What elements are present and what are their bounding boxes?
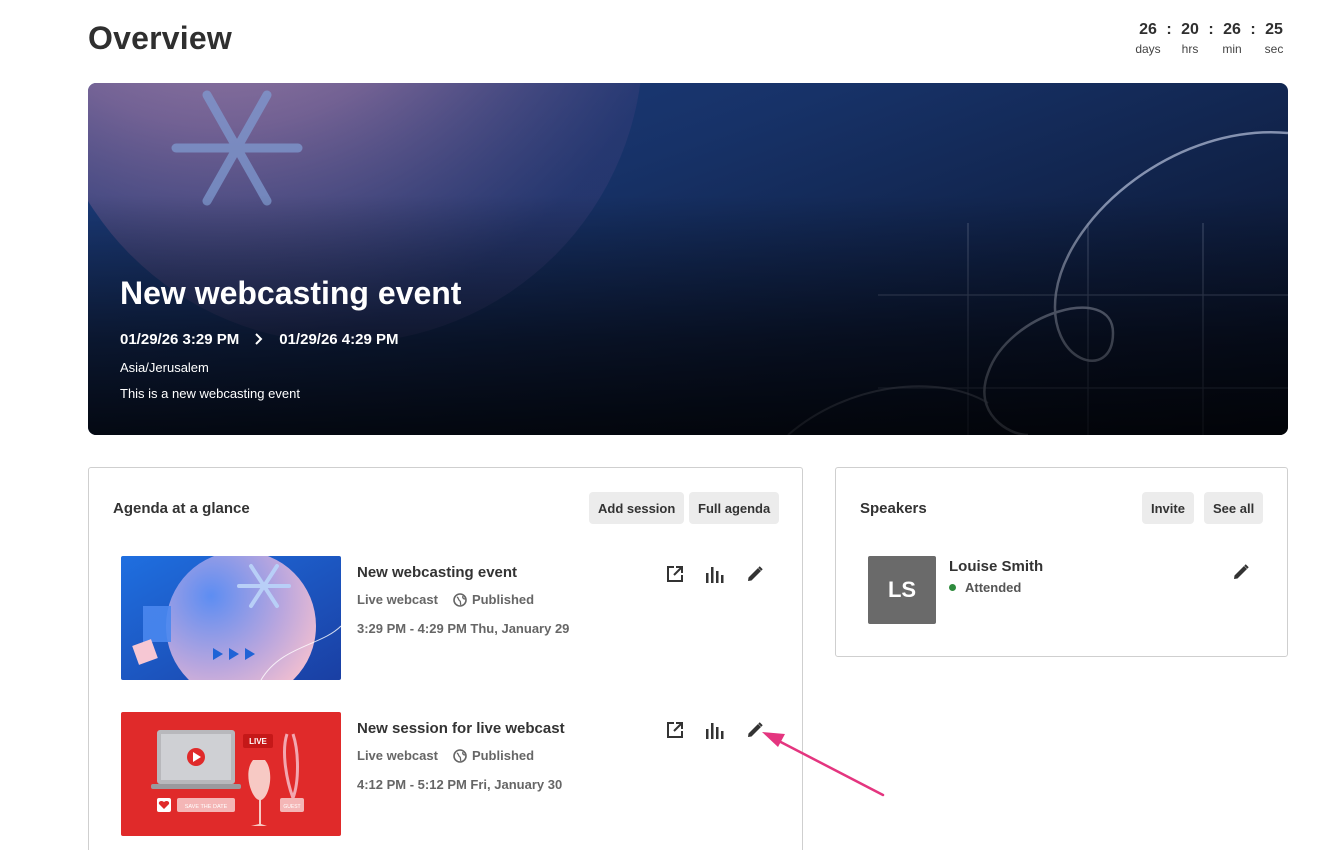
globe-icon (453, 592, 467, 607)
session-meta: Live webcast Published (357, 748, 534, 763)
globe-icon (453, 748, 467, 763)
external-link-icon[interactable] (664, 563, 686, 585)
agenda-title: Agenda at a glance (113, 500, 250, 517)
external-link-icon[interactable] (664, 719, 686, 741)
chevron-right-icon (239, 332, 279, 348)
countdown-days: 26 days (1134, 20, 1162, 57)
session-time: 4:12 PM - 5:12 PM Fri, January 30 (357, 777, 563, 792)
live-thumbnail-label: LIVE (249, 737, 267, 746)
session-title[interactable]: New webcasting event (357, 564, 517, 581)
speaker-item[interactable]: LS Louise Smith Attended (868, 556, 1258, 626)
countdown-separator: : (1166, 21, 1172, 38)
countdown-hours-value: 20 (1181, 21, 1199, 38)
session-status: Published (471, 592, 535, 607)
session-thumbnail[interactable] (121, 556, 341, 680)
session-thumbnail-art: LIVE GUEST SAVE THE DATE (121, 712, 341, 836)
session-actions (664, 719, 784, 741)
event-timezone: Asia/Jerusalem (120, 360, 209, 375)
invite-button[interactable]: Invite (1142, 492, 1194, 524)
edit-icon[interactable] (744, 719, 766, 741)
countdown-separator: : (1208, 21, 1214, 38)
analytics-icon[interactable] (704, 563, 726, 585)
session-actions (664, 563, 784, 585)
speaker-status: Attended (949, 580, 1021, 595)
countdown-timer: 26 days : 20 hrs : 26 min : 25 sec (1134, 20, 1288, 57)
speaker-name[interactable]: Louise Smith (949, 558, 1043, 575)
countdown-days-value: 26 (1139, 21, 1157, 38)
guest-thumbnail-label: GUEST (283, 804, 300, 810)
add-session-button[interactable]: Add session (589, 492, 685, 524)
event-description: This is a new webcasting event (120, 386, 300, 401)
speaker-status-label: Attended (965, 580, 1022, 595)
page-title: Overview (88, 20, 232, 56)
session-status: Published (471, 748, 535, 763)
save-the-date-thumbnail-label: SAVE THE DATE (185, 804, 228, 810)
session-thumbnail[interactable]: LIVE GUEST SAVE THE DATE (121, 712, 341, 836)
analytics-icon[interactable] (704, 719, 726, 741)
speakers-card: Speakers Invite See all LS Louise Smith … (835, 467, 1288, 657)
countdown-separator: : (1250, 21, 1256, 38)
avatar[interactable]: LS (868, 556, 936, 624)
agenda-card: Agenda at a glance Add session Full agen… (88, 467, 803, 850)
countdown-hours-label: hrs (1181, 42, 1199, 56)
session-thumbnail-art (121, 556, 341, 680)
session-time: 3:29 PM - 4:29 PM Thu, January 29 (357, 621, 570, 636)
countdown-minutes-label: min (1222, 42, 1242, 56)
countdown-minutes-value: 26 (1223, 21, 1241, 38)
see-all-button[interactable]: See all (1204, 492, 1264, 524)
countdown-seconds: 25 sec (1260, 20, 1288, 57)
agenda-session-item[interactable]: LIVE GUEST SAVE THE DATE New session for… (121, 712, 781, 836)
countdown-seconds-label: sec (1264, 42, 1284, 56)
countdown-days-label: days (1135, 42, 1161, 56)
event-hero-banner: New webcasting event 01/29/26 3:29 PM 01… (88, 83, 1288, 435)
edit-icon[interactable] (744, 563, 766, 585)
session-type: Live webcast (357, 592, 438, 607)
full-agenda-button[interactable]: Full agenda (689, 492, 780, 524)
countdown-minutes: 26 min (1218, 20, 1246, 57)
event-start-date: 01/29/26 3:29 PM (120, 331, 240, 348)
session-meta: Live webcast Published (357, 592, 534, 607)
edit-icon[interactable] (1230, 561, 1252, 583)
status-dot-icon (949, 584, 956, 591)
session-title[interactable]: New session for live webcast (357, 720, 565, 737)
countdown-seconds-value: 25 (1265, 21, 1283, 38)
event-title: New webcasting event (120, 275, 462, 311)
event-dates: 01/29/26 3:29 PM 01/29/26 4:29 PM (120, 331, 399, 348)
event-end-date: 01/29/26 4:29 PM (279, 331, 399, 348)
countdown-hours: 20 hrs (1176, 20, 1204, 57)
agenda-session-item[interactable]: New webcasting event Live webcast Publis… (121, 556, 781, 680)
speakers-title: Speakers (860, 500, 927, 517)
session-type: Live webcast (357, 748, 438, 763)
